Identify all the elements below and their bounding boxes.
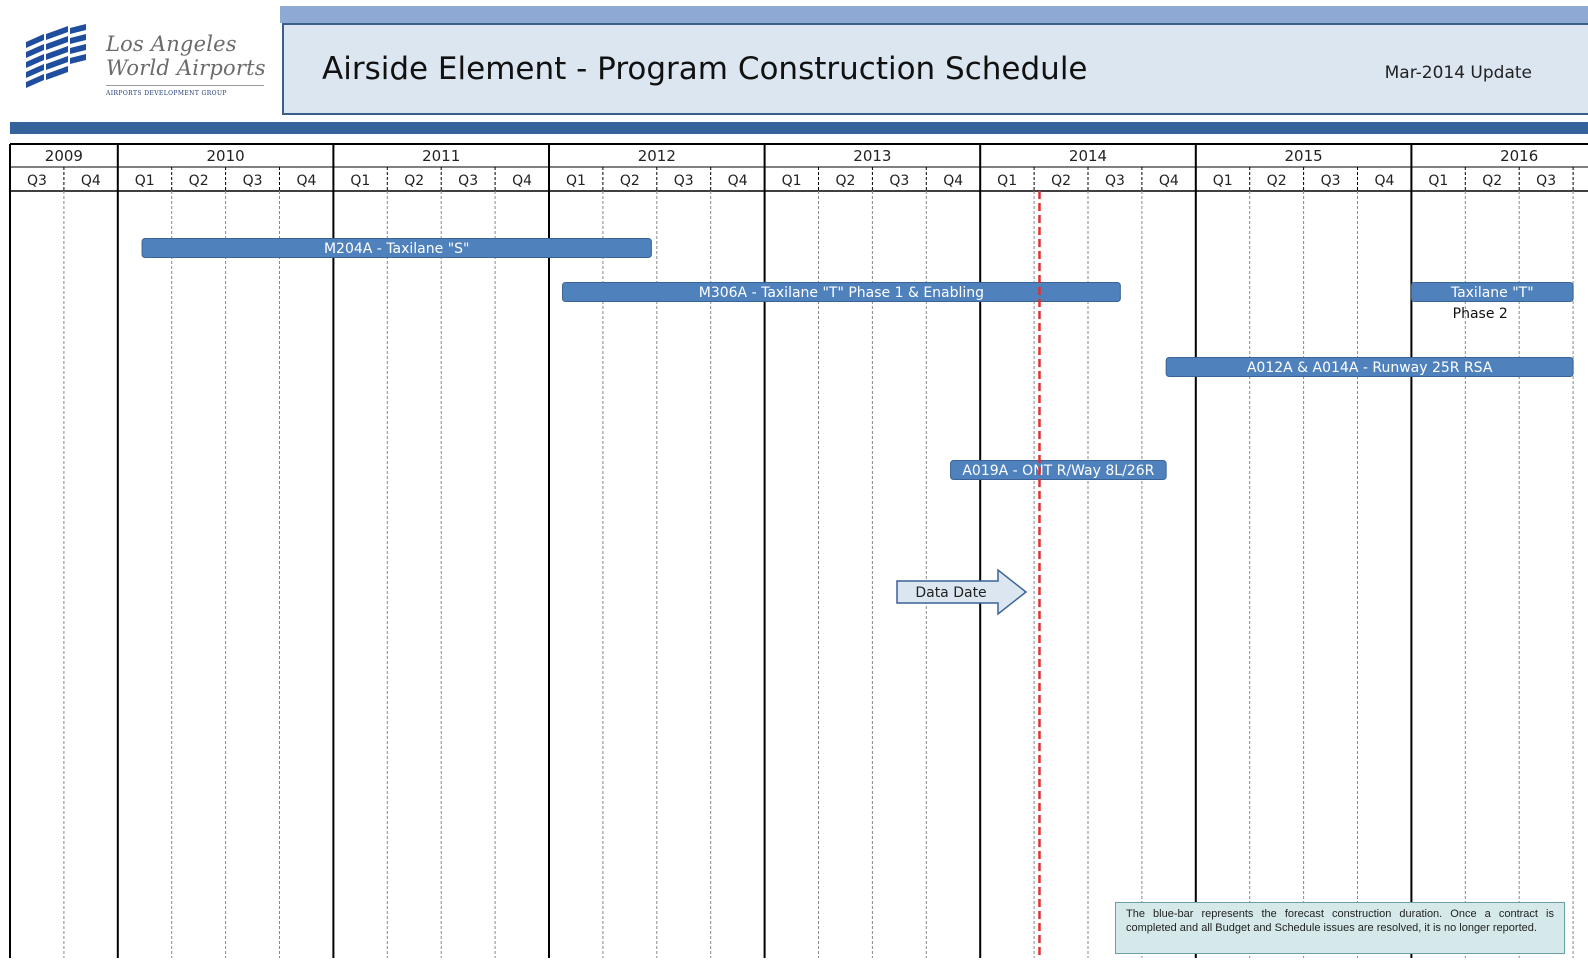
- quarter-label: Q4: [728, 173, 748, 189]
- quarter-label: Q4: [1159, 173, 1179, 189]
- quarter-label: Q3: [458, 173, 478, 189]
- task-bar-label: Taxilane "T": [1450, 285, 1534, 301]
- legend-note: The blue-bar represents the forecast con…: [1115, 902, 1565, 954]
- task-bar-label: A012A & A014A - Runway 25R RSA: [1247, 360, 1493, 376]
- quarter-label: Q1: [350, 173, 370, 189]
- quarter-label: Q1: [1428, 173, 1448, 189]
- year-label: 2009: [45, 147, 83, 165]
- quarter-label: Q2: [1051, 173, 1071, 189]
- quarter-label: Q2: [404, 173, 424, 189]
- task-bar-label: M204A - Taxilane "S": [324, 241, 470, 257]
- task-bar-sublabel: Phase 2: [1453, 306, 1508, 322]
- year-label: 2014: [1069, 147, 1107, 165]
- year-label: 2015: [1285, 147, 1323, 165]
- gantt-chart: 2009 2010 2011 2012 2013 2014 2015 2016 Q3 Q4 Q1 Q2…: [9, 143, 1588, 958]
- year-label: 2010: [207, 147, 245, 165]
- quarter-label: Q3: [1105, 173, 1125, 189]
- quarter-label: Q3: [889, 173, 909, 189]
- quarter-label: Q1: [782, 173, 802, 189]
- quarter-label: Q1: [135, 173, 155, 189]
- quarter-label: Q3: [1321, 173, 1341, 189]
- year-label: 2011: [422, 147, 460, 165]
- quarter-label: Q4: [1374, 173, 1394, 189]
- task-bars: M204A - Taxilane "S" M306A - Taxilane "T"…: [141, 238, 1574, 480]
- quarter-label: Q2: [620, 173, 640, 189]
- data-date-label: Data Date: [915, 585, 986, 601]
- year-label: 2012: [638, 147, 676, 165]
- quarter-label: Q4: [81, 173, 101, 189]
- quarter-label: Q1: [997, 173, 1017, 189]
- quarter-label: Q3: [27, 173, 47, 189]
- year-label: 2013: [853, 147, 891, 165]
- quarter-label: Q2: [1267, 173, 1287, 189]
- quarter-label: Q3: [1536, 173, 1556, 189]
- task-bar-label: M306A - Taxilane "T" Phase 1 & Enabling: [699, 285, 984, 301]
- quarter-label: Q4: [296, 173, 316, 189]
- data-date-group: Data Date: [896, 191, 1041, 958]
- timeline-headers: 2009 2010 2011 2012 2013 2014 2015 2016 Q3 Q4 Q1 Q2…: [27, 147, 1556, 189]
- quarter-label: Q4: [512, 173, 532, 189]
- task-bar-label: A019A - ONT R/Way 8L/26R: [962, 463, 1154, 479]
- quarter-label: Q3: [243, 173, 263, 189]
- timeline-grid: [9, 143, 1588, 958]
- quarter-label: Q2: [1482, 173, 1502, 189]
- quarter-label: Q2: [835, 173, 855, 189]
- quarter-label: Q2: [189, 173, 209, 189]
- quarter-label: Q3: [674, 173, 694, 189]
- quarter-label: Q1: [1213, 173, 1233, 189]
- year-label: 2016: [1500, 147, 1538, 165]
- quarter-label: Q4: [943, 173, 963, 189]
- quarter-label: Q1: [566, 173, 586, 189]
